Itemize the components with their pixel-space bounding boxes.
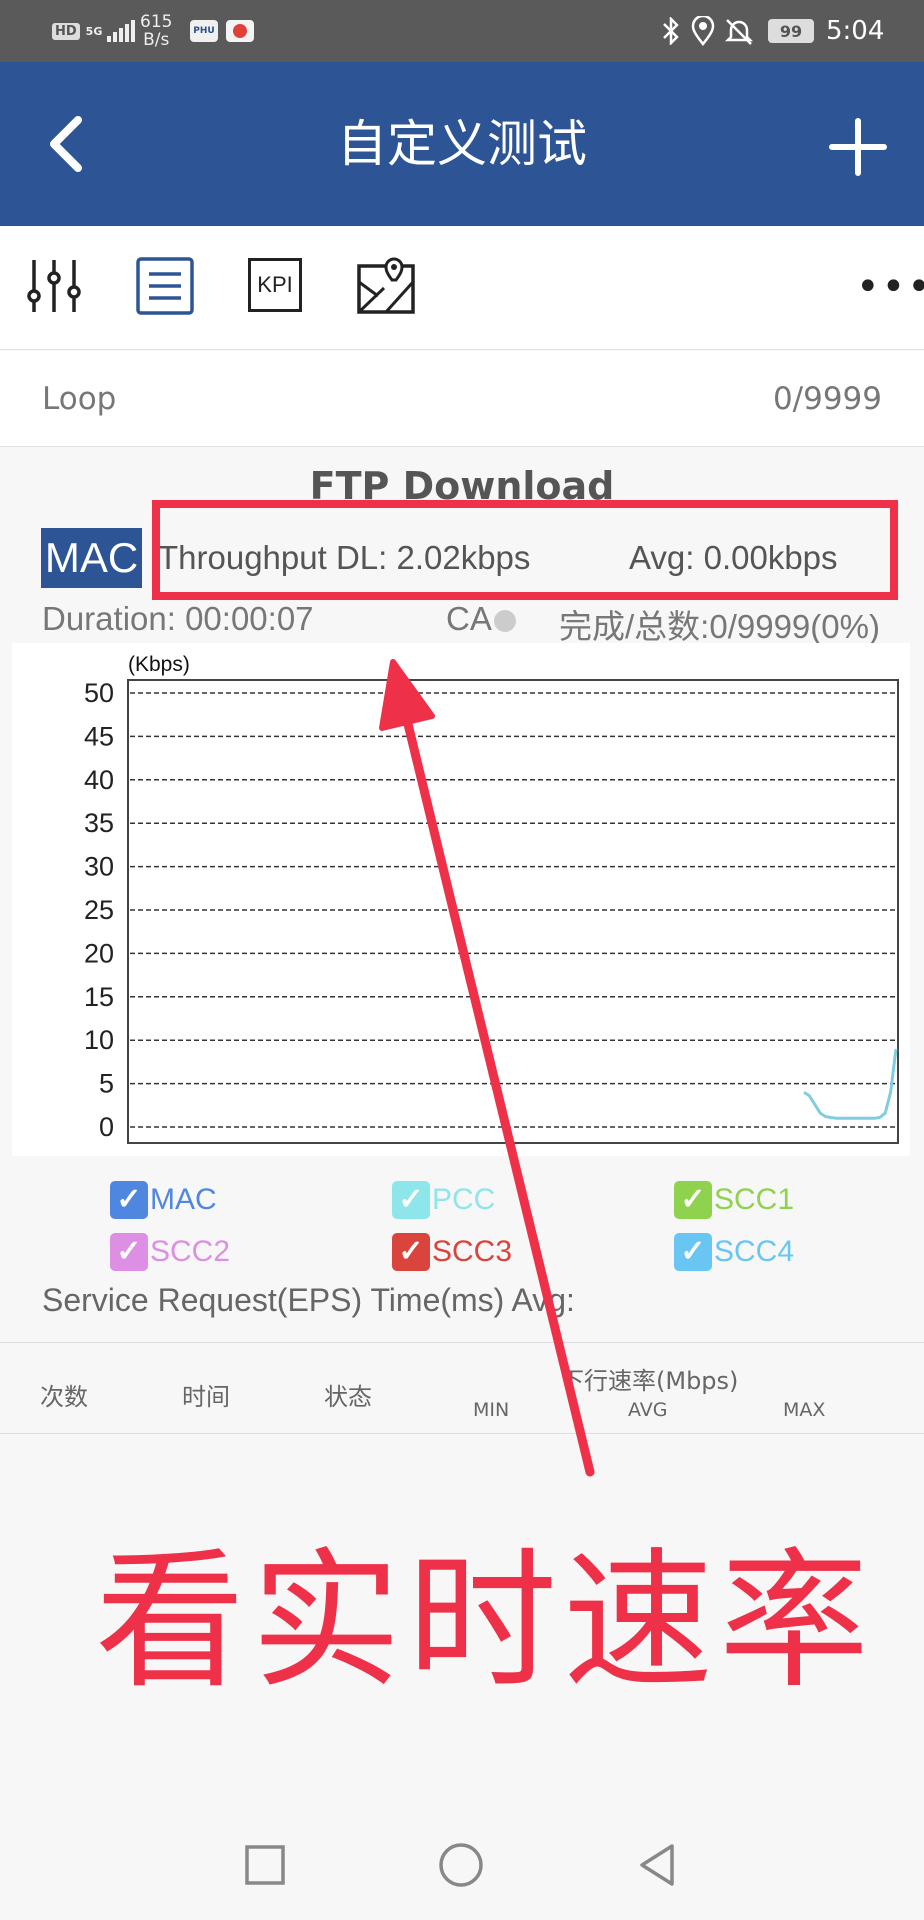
chart-plot-area — [127, 679, 899, 1144]
hd-badge: HD — [52, 22, 80, 40]
status-time: 5:04 — [826, 16, 885, 46]
chart-y-tick-label: 25 — [84, 895, 114, 925]
chart-y-tick-label: 30 — [84, 852, 114, 882]
mute-icon — [724, 19, 754, 45]
checkbox-icon[interactable]: ✓ — [392, 1181, 430, 1219]
service-request-label: Service Request(EPS) Time(ms) Avg: — [42, 1282, 575, 1318]
app-notification-icon: PHU — [190, 20, 218, 42]
progress-value: 完成/总数:0/9999(0%) — [559, 608, 880, 645]
location-icon — [691, 16, 715, 46]
checkbox-icon[interactable]: ✓ — [392, 1233, 430, 1271]
legend-label: PCC — [432, 1183, 496, 1216]
back-triangle-icon[interactable] — [630, 1838, 684, 1892]
recents-square-icon[interactable] — [238, 1838, 292, 1892]
plus-icon[interactable] — [828, 117, 888, 177]
signal-type-label: 5G — [85, 24, 103, 38]
chevron-left-icon[interactable] — [40, 112, 100, 176]
chart-y-tick-label: 40 — [84, 765, 114, 795]
more-options-button[interactable]: ••• — [856, 267, 924, 307]
battery-icon: 99 — [768, 19, 814, 43]
chart-y-tick-label: 45 — [84, 721, 114, 751]
ca-label: CA — [446, 600, 492, 637]
checkbox-icon[interactable]: ✓ — [674, 1181, 712, 1219]
kpi-icon[interactable]: KPI — [248, 258, 302, 312]
signal-bars-icon — [105, 20, 136, 42]
checkbox-icon[interactable]: ✓ — [674, 1233, 712, 1271]
annotation-caption: 看实时速率 — [95, 1535, 876, 1709]
status-bar: HD 5G 615 B/s PHU 99 5:04 — [0, 0, 924, 62]
throughput-chart: (Kbps) 50 45 40 35 30 25 20 15 10 5 0 — [12, 643, 910, 1156]
loop-value: 0/9999 — [772, 381, 882, 417]
results-table-header: 次数 时间 状态 下行速率(Mbps) MIN AVG MAX — [0, 1342, 924, 1434]
list-icon[interactable] — [135, 256, 195, 316]
bluetooth-icon — [663, 17, 679, 45]
legend-label: MAC — [150, 1183, 217, 1216]
system-nav-bar — [0, 1810, 924, 1920]
column-min: MIN — [473, 1399, 510, 1421]
ca-status-dot — [494, 610, 516, 632]
chart-y-tick-label: 50 — [84, 678, 114, 708]
net-speed-value: 615 — [140, 12, 173, 32]
chart-y-tick-label: 20 — [84, 938, 114, 968]
legend-label: SCC2 — [150, 1235, 231, 1268]
annotation-highlight-box — [152, 500, 898, 600]
chart-y-tick-label: 10 — [84, 1025, 114, 1055]
checkbox-icon[interactable]: ✓ — [110, 1233, 148, 1271]
page-title: 自定义测试 — [337, 115, 587, 173]
chart-y-tick-label: 15 — [84, 982, 114, 1012]
legend-item-mac[interactable]: ✓ MAC — [110, 1180, 217, 1220]
mode-badge[interactable]: MAC — [41, 528, 142, 588]
legend-label: SCC3 — [432, 1235, 513, 1268]
loop-label: Loop — [42, 381, 117, 417]
legend-item-scc1[interactable]: ✓ SCC1 — [674, 1180, 794, 1220]
net-speed-unit: B/s — [143, 30, 170, 50]
toolbar: KPI ••• — [0, 226, 924, 350]
chart-svg: (Kbps) 50454035302520151050 — [84, 653, 899, 1144]
legend-item-scc4[interactable]: ✓ SCC4 — [674, 1232, 794, 1272]
chart-y-tick-label: 0 — [99, 1112, 114, 1142]
legend-label: SCC4 — [714, 1235, 795, 1268]
column-count: 次数 — [40, 1383, 88, 1411]
map-icon[interactable] — [356, 256, 416, 316]
loop-row: Loop 0/9999 — [0, 351, 924, 447]
home-circle-icon[interactable] — [434, 1838, 488, 1892]
column-max: MAX — [783, 1399, 826, 1421]
chart-y-tick-label: 35 — [84, 808, 114, 838]
chart-y-tick-label: 5 — [99, 1069, 114, 1099]
app-bar: 自定义测试 — [0, 62, 924, 226]
column-status: 状态 — [324, 1383, 372, 1411]
duration-value: Duration: 00:00:07 — [42, 600, 314, 637]
column-time: 时间 — [182, 1383, 230, 1411]
app-notification-icon-2 — [226, 20, 254, 42]
legend-item-pcc[interactable]: ✓ PCC — [392, 1180, 495, 1220]
legend-item-scc3[interactable]: ✓ SCC3 — [392, 1232, 512, 1272]
checkbox-icon[interactable]: ✓ — [110, 1181, 148, 1219]
legend-label: SCC1 — [714, 1183, 795, 1216]
legend-item-scc2[interactable]: ✓ SCC2 — [110, 1232, 230, 1272]
chart-y-axis-label: (Kbps) — [128, 653, 190, 676]
column-dl-rate: 下行速率(Mbps) — [560, 1367, 739, 1395]
sliders-icon[interactable] — [24, 256, 84, 316]
column-avg: AVG — [628, 1399, 668, 1421]
